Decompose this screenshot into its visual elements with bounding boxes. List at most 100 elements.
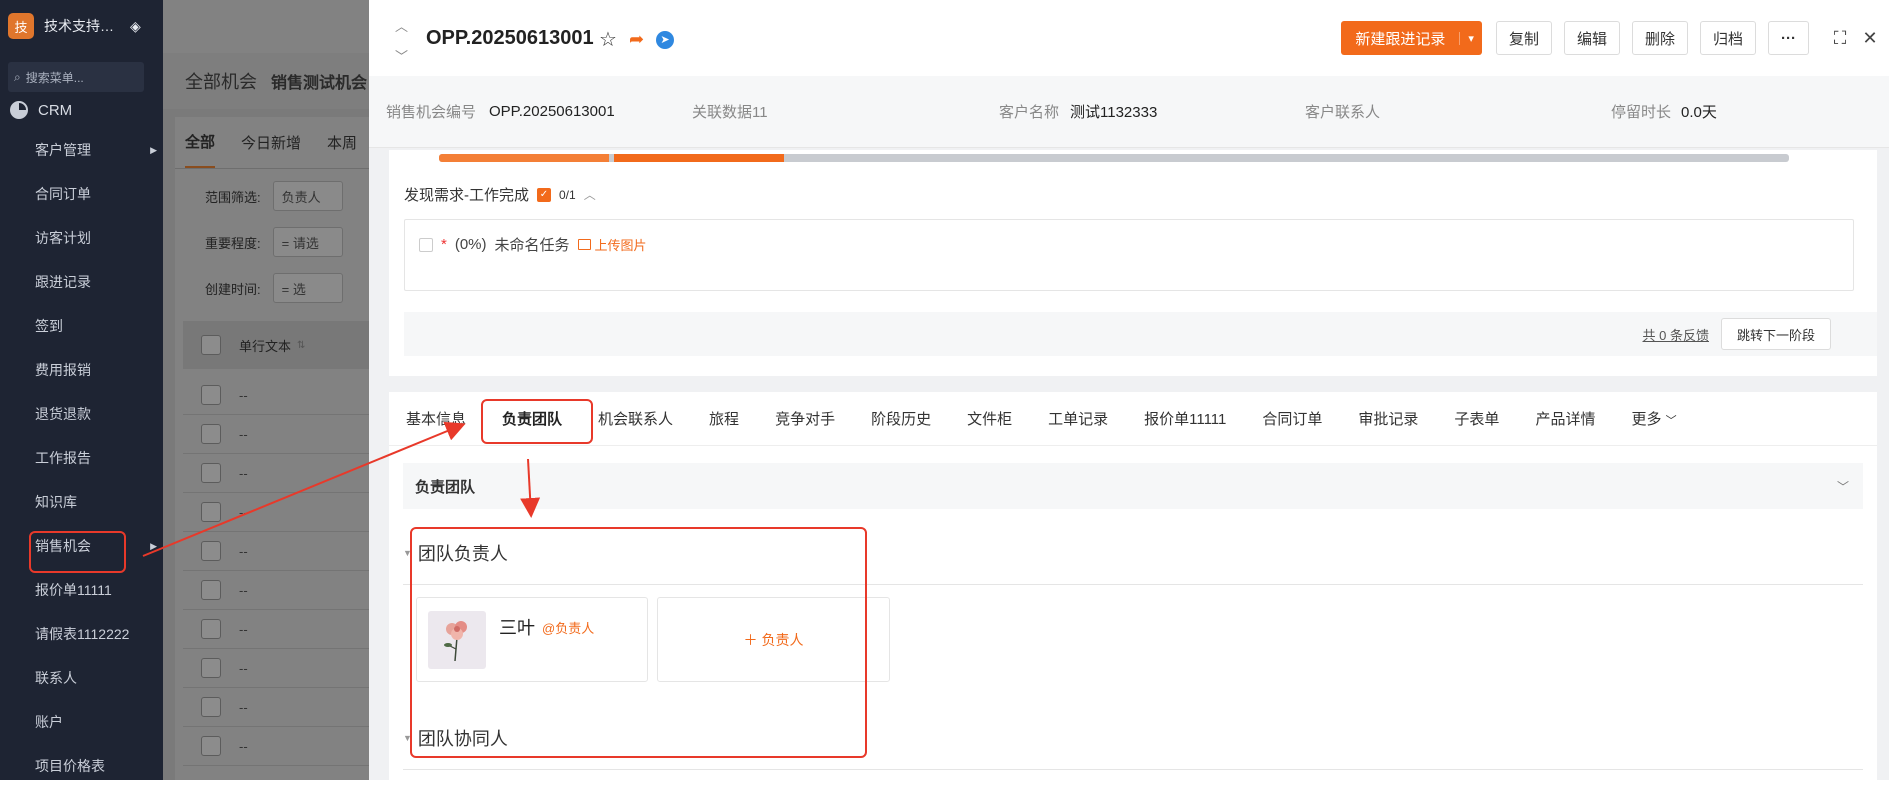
table-row[interactable]: -- <box>183 688 369 727</box>
row-checkbox[interactable] <box>201 541 221 561</box>
crm-module[interactable]: CRM <box>0 92 163 128</box>
tab-contracts[interactable]: 合同订单 <box>1262 408 1322 429</box>
chevron-down-icon[interactable]: ▾ <box>1459 31 1482 45</box>
sort-icon[interactable]: ⇅ <box>297 340 305 351</box>
sidebar-item-expense[interactable]: 费用报销 <box>0 348 163 392</box>
sidebar-item-refund[interactable]: 退货退款 <box>0 392 163 436</box>
subtab-week[interactable]: 本周 <box>327 132 357 153</box>
feedback-link[interactable]: 共 0 条反馈 <box>1643 325 1709 344</box>
table-row[interactable]: -- <box>183 415 369 454</box>
app-title[interactable]: 技术支持… <box>44 16 120 36</box>
chevron-down-icon[interactable]: ﹀ <box>395 46 408 65</box>
select-all-checkbox[interactable] <box>201 335 221 355</box>
row-checkbox[interactable] <box>201 424 221 444</box>
table-cell: -- <box>239 699 248 715</box>
filter-select[interactable]: 负责人 <box>272 181 343 211</box>
row-checkbox[interactable] <box>201 502 221 522</box>
info-value-duration: 0.0天 <box>1681 104 1717 121</box>
filter-select[interactable]: = 请选 <box>272 227 343 257</box>
chevron-up-icon[interactable]: ︿ <box>584 186 596 203</box>
info-value-customer[interactable]: 测试1132333 <box>1070 101 1157 122</box>
sidebar-item-knowledge[interactable]: 知识库 <box>0 480 163 524</box>
sidebar-item-label: 知识库 <box>35 494 77 510</box>
row-checkbox[interactable] <box>201 385 221 405</box>
table-cell: -- <box>239 738 248 754</box>
info-label: 关联数据11 <box>692 104 768 121</box>
stage-footer: 共 0 条反馈 跳转下一阶段 <box>404 312 1877 356</box>
stage-progress-bar[interactable] <box>439 154 1789 162</box>
menu-search-input[interactable]: ⌕ 搜索菜单... <box>8 62 144 92</box>
new-followup-button[interactable]: 新建跟进记录 ▾ <box>1341 21 1482 55</box>
sidebar-item-leave[interactable]: 请假表1112222 <box>0 612 163 656</box>
table-row[interactable]: -- <box>183 571 369 610</box>
row-checkbox[interactable] <box>201 580 221 600</box>
subtab-today[interactable]: 今日新增 <box>241 132 301 153</box>
table-row[interactable]: -- <box>183 376 369 415</box>
filter-select[interactable]: = 选 <box>272 273 343 303</box>
close-icon[interactable]: ✕ <box>1855 21 1885 55</box>
tab-sales-test-opportunities[interactable]: 销售测试机会 <box>271 69 367 93</box>
sidebar-item-visit-plan[interactable]: 访客计划 <box>0 216 163 260</box>
table-row[interactable]: -- <box>183 649 369 688</box>
row-checkbox[interactable] <box>201 463 221 483</box>
tab-all-opportunities[interactable]: 全部机会 <box>185 68 257 94</box>
share-icon[interactable]: ➦ <box>629 29 644 50</box>
tab-files[interactable]: 文件柜 <box>967 408 1012 429</box>
filter-label: 重要程度: <box>205 235 261 251</box>
tab-subforms[interactable]: 子表单 <box>1454 408 1499 429</box>
tab-opportunity-contacts[interactable]: 机会联系人 <box>598 408 673 429</box>
table-row[interactable]: -- <box>183 727 369 766</box>
app-logo[interactable]: 技 <box>8 13 34 39</box>
annotation-box-tab <box>481 399 593 444</box>
chevron-up-icon[interactable]: ︿ <box>395 16 408 35</box>
tab-products[interactable]: 产品详情 <box>1535 408 1595 429</box>
sidebar-item-work-report[interactable]: 工作报告 <box>0 436 163 480</box>
more-button[interactable]: ··· <box>1768 21 1809 55</box>
copy-button[interactable]: 复制 <box>1495 21 1552 55</box>
edit-button[interactable]: 编辑 <box>1563 21 1620 55</box>
sidebar-item-quote[interactable]: 报价单11111 <box>0 568 163 612</box>
tab-journey[interactable]: 旅程 <box>709 408 739 429</box>
tab-quotes[interactable]: 报价单11111 <box>1144 408 1226 429</box>
table-row[interactable]: -- <box>183 610 369 649</box>
filter-row: 创建时间: = 选 <box>175 265 369 311</box>
table-row[interactable]: -- <box>183 493 369 532</box>
sidebar-item-checkin[interactable]: 签到 <box>0 304 163 348</box>
tab-competitors[interactable]: 竞争对手 <box>775 408 835 429</box>
tab-approvals[interactable]: 审批记录 <box>1358 408 1418 429</box>
chevron-down-icon: ﹀ <box>1665 415 1677 427</box>
sidebar-item-label: 请假表1112222 <box>35 626 130 642</box>
tab-stage-history[interactable]: 阶段历史 <box>871 408 931 429</box>
background-panel: 全部 今日新增 本周 范围筛选: 负责人 重要程度: = 请选 创建时间: = … <box>175 117 369 780</box>
archive-button[interactable]: 归档 <box>1699 21 1756 55</box>
tab-more[interactable]: 更多 ﹀ <box>1631 408 1676 429</box>
fullscreen-icon[interactable]: ⛶ <box>1825 21 1855 55</box>
section-title: 负责团队 <box>415 478 476 496</box>
drawer-header: ︿ ﹀ OPP.20250613001 ☆ ➦ ➤ 新建跟进记录 ▾ 复制 编辑… <box>369 0 1889 76</box>
owner-team-section-header[interactable]: 负责团队 ﹀ <box>403 463 1863 509</box>
upload-image-link[interactable]: 上传图片 <box>577 235 647 254</box>
chevron-down-icon[interactable]: ﹀ <box>1837 478 1849 495</box>
star-icon[interactable]: ☆ <box>599 27 617 52</box>
annotation-box-sidebar <box>29 531 126 573</box>
sidebar-item-followup[interactable]: 跟进记录 <box>0 260 163 304</box>
row-checkbox[interactable] <box>201 619 221 639</box>
table-row[interactable]: -- <box>183 532 369 571</box>
next-stage-button[interactable]: 跳转下一阶段 <box>1720 318 1831 350</box>
column-header[interactable]: 单行文本 <box>239 336 291 355</box>
sidebar-item-price-list[interactable]: 项目价格表 <box>0 744 163 788</box>
tab-work-orders[interactable]: 工单记录 <box>1048 408 1108 429</box>
sidebar-item-customer[interactable]: 客户管理 ▶ <box>0 128 163 172</box>
row-checkbox[interactable] <box>201 736 221 756</box>
tab-basic-info[interactable]: 基本信息 <box>406 408 466 429</box>
sidebar-item-contract[interactable]: 合同订单 <box>0 172 163 216</box>
task-checkbox[interactable] <box>419 237 433 252</box>
table-row[interactable]: -- <box>183 454 369 493</box>
row-checkbox[interactable] <box>201 658 221 678</box>
sidebar-item-account[interactable]: 账户 <box>0 700 163 744</box>
delete-button[interactable]: 删除 <box>1631 21 1688 55</box>
row-checkbox[interactable] <box>201 697 221 717</box>
navigation-icon[interactable]: ➤ <box>656 30 675 49</box>
sidebar-item-contacts[interactable]: 联系人 <box>0 656 163 700</box>
subtab-all[interactable]: 全部 <box>185 131 216 168</box>
